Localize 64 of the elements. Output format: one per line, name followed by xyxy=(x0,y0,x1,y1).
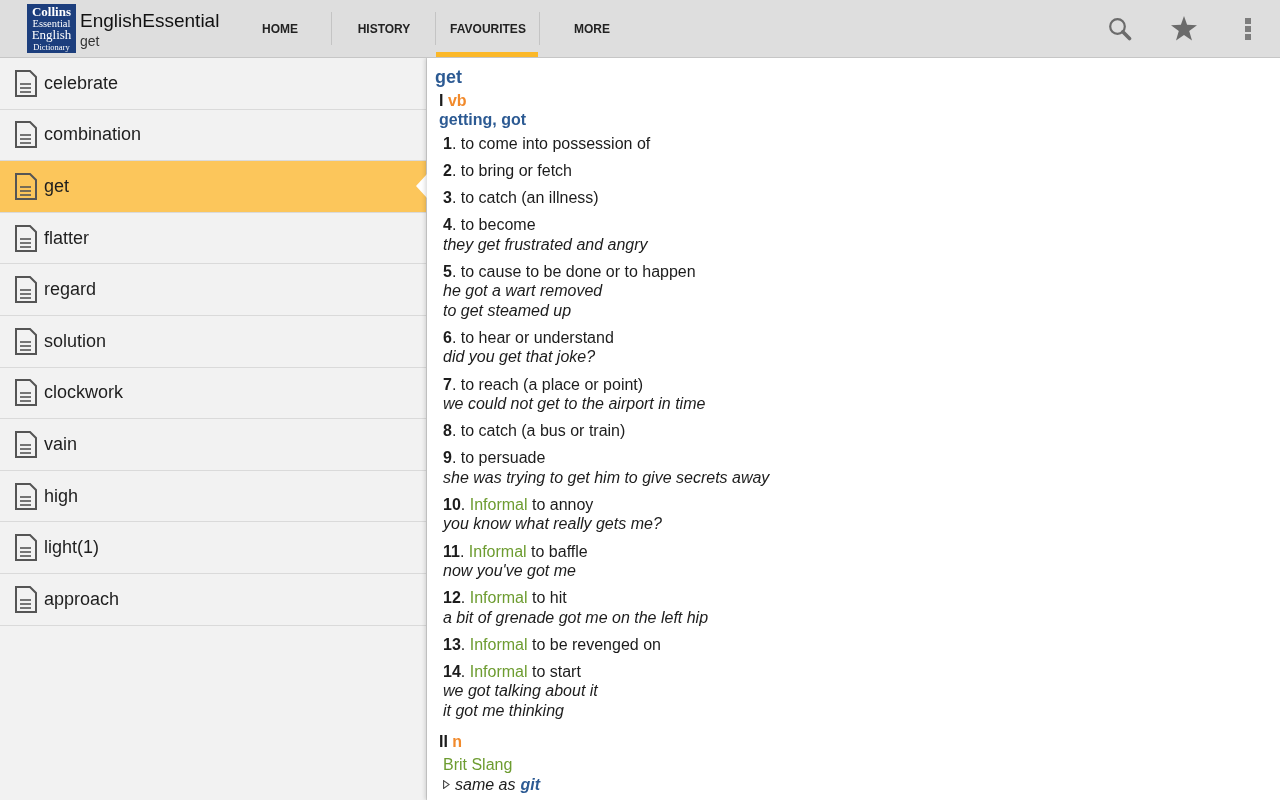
triangle-icon xyxy=(443,779,450,789)
tab[interactable]: HOME xyxy=(228,0,332,57)
sense-definition: 8. to catch (a bus or train) xyxy=(443,421,627,441)
sense-definition: 9. to persuade xyxy=(443,448,547,468)
section-heading: II n xyxy=(438,732,464,752)
example-sentence: he got a wart removed xyxy=(443,281,604,301)
sense-definition: 13. Informal to be revenged on xyxy=(443,634,662,655)
example-sentence: did you get that joke? xyxy=(443,347,597,367)
document-icon xyxy=(15,379,37,407)
document-icon xyxy=(15,121,37,149)
example-sentence: they get frustrated and angry xyxy=(443,234,649,255)
favourite-item[interactable]: light(1) xyxy=(0,522,426,574)
star-icon[interactable] xyxy=(1171,16,1197,41)
favourite-item[interactable]: get xyxy=(0,161,426,213)
document-icon xyxy=(15,173,37,200)
tab[interactable]: FAVOURITES xyxy=(436,0,540,57)
sense-definition: 12. Informal to hit xyxy=(443,588,568,608)
document-icon xyxy=(15,430,37,458)
example-sentence: a bit of grenade got me on the left hip xyxy=(443,607,710,627)
favourite-item[interactable]: high xyxy=(0,470,426,523)
headword: get xyxy=(435,66,463,88)
sense-definition: 6. to hear or understand xyxy=(443,327,615,348)
app-logo: Collins Essential English Dictionary xyxy=(27,4,76,53)
example-sentence: to get steamed up xyxy=(443,300,573,320)
favourite-item[interactable]: clockwork xyxy=(0,367,426,420)
favourite-item[interactable]: approach xyxy=(0,573,426,626)
tab[interactable]: MORE xyxy=(540,0,644,57)
document-icon xyxy=(15,224,37,252)
document-icon xyxy=(15,534,37,562)
favourite-item[interactable]: flatter xyxy=(0,212,426,265)
sense-definition: 3. to catch (an illness) xyxy=(443,188,600,208)
favourite-item[interactable]: regard xyxy=(0,264,426,316)
inflected-forms: getting, got xyxy=(438,110,528,130)
favourite-item[interactable]: vain xyxy=(0,419,426,471)
document-icon xyxy=(15,276,37,304)
sense-definition: 11. Informal to baffle xyxy=(443,541,589,561)
document-icon xyxy=(15,69,37,97)
sense-definition: 2. to bring or fetch xyxy=(443,160,573,181)
sense-definition: 7. to reach (a place or point) xyxy=(443,374,645,394)
favourite-item[interactable]: celebrate xyxy=(0,58,426,110)
example-sentence: you know what really gets me? xyxy=(443,514,663,534)
document-icon xyxy=(15,585,37,613)
tab[interactable]: HISTORY xyxy=(332,0,436,57)
document-icon xyxy=(15,327,37,355)
current-word: get xyxy=(80,33,100,50)
document-icon xyxy=(15,482,37,510)
overflow-menu-icon[interactable] xyxy=(1245,17,1251,40)
example-sentence: now you've got me xyxy=(443,560,577,581)
example-sentence: it got me thinking xyxy=(443,700,565,720)
example-sentence: we could not get to the airport in time xyxy=(443,393,707,414)
sense-definition: 5. to cause to be done or to happen xyxy=(443,262,697,282)
sense-definition: 4. to become xyxy=(443,215,537,235)
sense-definition: 14. Informal to start xyxy=(443,662,582,682)
sense-definition: 1. to come into possession of xyxy=(443,133,652,153)
usage-label: Brit Slang xyxy=(443,755,514,775)
sense-definition: 10. Informal to annoy xyxy=(443,495,595,515)
section-heading: I vb xyxy=(438,91,468,111)
app-title: EnglishEssential xyxy=(80,9,220,33)
favourite-item[interactable]: solution xyxy=(0,315,426,368)
crossref-link[interactable]: git xyxy=(520,774,540,794)
example-sentence: she was trying to get him to give secrets away xyxy=(443,467,771,488)
example-sentence: we got talking about it xyxy=(443,681,599,701)
search-icon[interactable] xyxy=(1108,16,1132,41)
crossref-text: same as xyxy=(455,774,516,794)
